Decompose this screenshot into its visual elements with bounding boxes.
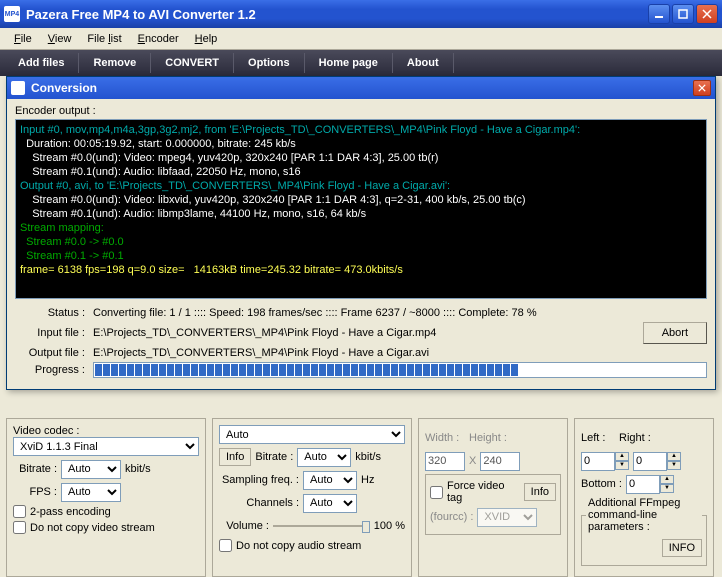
no-copy-video-checkbox[interactable] [13,521,26,534]
height-input [480,452,520,471]
about-button[interactable]: About [393,53,454,73]
fourcc-label: (fourcc) : [430,511,473,523]
video-codec-label: Video codec : [13,425,199,437]
audio-panel: Auto Info Bitrate : Auto kbit/s Sampling… [212,418,412,577]
status-value: Converting file: 1 / 1 :::: Speed: 198 f… [93,307,707,319]
video-codec-select[interactable]: XviD 1.1.3 Final [13,437,199,456]
video-bitrate-select[interactable]: Auto [61,460,121,479]
fps-label: FPS : [13,486,57,498]
audio-bitrate-unit: kbit/s [355,451,381,463]
sampling-unit: Hz [361,474,374,486]
conversion-dialog: Conversion Encoder output : Input #0, mo… [6,76,716,390]
sampling-select[interactable]: Auto [303,471,357,490]
app-icon: MP4 [4,6,20,22]
fourcc-info-button[interactable]: Info [524,483,556,501]
channels-label: Channels : [219,497,299,509]
crop-panel: Left : Right : ▲▼ ▲▼ Bottom : ▲▼ Additio… [574,418,714,577]
menu-view[interactable]: View [40,31,80,47]
width-label: Width : [425,432,465,444]
progress-bar [93,362,707,378]
console-output: Input #0, mov,mp4,m4a,3gp,3g2,mj2, from … [15,119,707,299]
bottom-label: Bottom : [581,478,622,490]
audio-bitrate-label: Bitrate : [255,451,293,463]
extra-params-label: Additional FFmpeg command-line parameter… [586,497,702,533]
abort-button[interactable]: Abort [643,322,707,344]
audio-top-select[interactable]: Auto [219,425,405,444]
menu-filelist[interactable]: File list [79,31,129,47]
video-panel: Video codec : XviD 1.1.3 Final Bitrate :… [6,418,206,577]
status-label: Status : [15,307,93,319]
twopass-checkbox[interactable] [13,505,26,518]
volume-value: 100 % [374,520,405,532]
video-fps-select[interactable]: Auto [61,483,121,502]
channels-select[interactable]: Auto [303,494,357,513]
menu-help[interactable]: Help [187,31,226,47]
right-input[interactable] [633,452,667,471]
toolbar: Add files Remove CONVERT Options Home pa… [0,50,722,76]
dialog-close-button[interactable] [693,80,711,96]
minimize-button[interactable] [648,4,670,24]
progress-label: Progress : [15,364,93,376]
close-button[interactable] [696,4,718,24]
up-icon[interactable]: ▲ [615,452,629,461]
home-page-button[interactable]: Home page [305,53,393,73]
dialog-title: Conversion [31,81,693,95]
audio-info-button[interactable]: Info [219,448,251,466]
input-file-value: E:\Projects_TD\_CONVERTERS\_MP4\Pink Flo… [93,327,643,339]
remove-button[interactable]: Remove [79,53,151,73]
output-file-value: E:\Projects_TD\_CONVERTERS\_MP4\Pink Flo… [93,347,707,359]
bottom-input[interactable] [626,475,660,494]
down-icon[interactable]: ▼ [615,461,629,470]
menu-file[interactable]: File [6,31,40,47]
force-tag-checkbox[interactable] [430,486,443,499]
width-input [425,452,465,471]
convert-button[interactable]: CONVERT [151,53,234,73]
maximize-button[interactable] [672,4,694,24]
no-copy-audio-checkbox[interactable] [219,539,232,552]
encoder-output-label: Encoder output : [15,105,707,117]
bitrate-unit: kbit/s [125,463,151,475]
bitrate-label: Bitrate : [13,463,57,475]
left-input[interactable] [581,452,615,471]
titlebar: MP4 Pazera Free MP4 to AVI Converter 1.2 [0,0,722,28]
input-file-label: Input file : [15,327,93,339]
output-file-label: Output file : [15,347,93,359]
menubar: File View File list Encoder Help [0,28,722,50]
right-label: Right : [619,432,651,444]
fourcc-select: XVID [477,508,537,527]
options-button[interactable]: Options [234,53,305,73]
left-label: Left : [581,432,615,444]
audio-bitrate-select[interactable]: Auto [297,448,351,467]
app-title: Pazera Free MP4 to AVI Converter 1.2 [26,7,648,22]
menu-encoder[interactable]: Encoder [130,31,187,47]
volume-label: Volume : [219,520,269,532]
extra-info-button[interactable]: INFO [662,539,702,557]
add-files-button[interactable]: Add files [4,53,79,73]
height-label: Height : [469,432,509,444]
size-panel: Width : Height : X Force video tag Info … [418,418,568,577]
volume-slider[interactable] [273,525,370,527]
dialog-icon [11,81,25,95]
sampling-label: Sampling freq. : [219,474,299,486]
